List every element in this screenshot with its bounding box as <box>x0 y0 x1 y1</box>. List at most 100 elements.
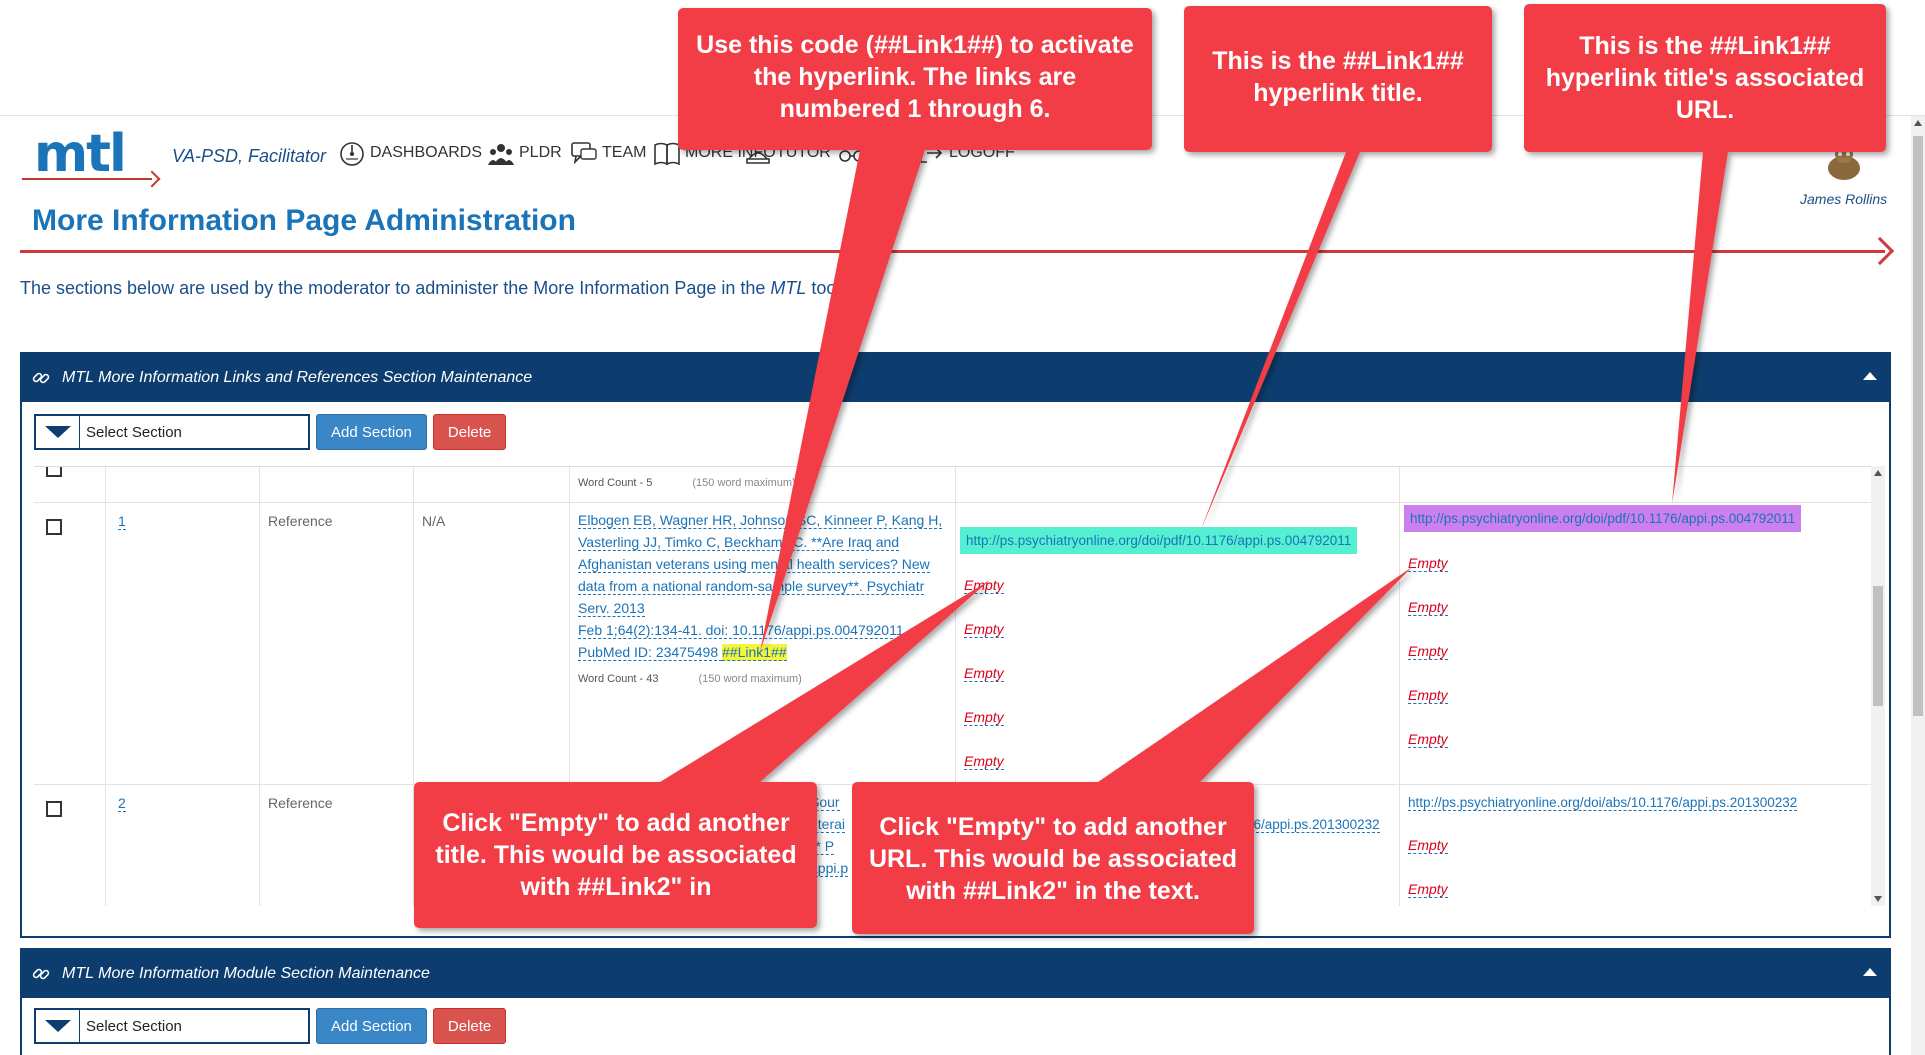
dropdown-toggle[interactable] <box>36 416 80 448</box>
empty-title-link[interactable]: Empty <box>964 621 1004 638</box>
scroll-thumb[interactable] <box>1913 136 1923 716</box>
empty-title-link[interactable]: Empty <box>964 709 1004 726</box>
link-title[interactable]: 76/appi.ps.201300232 <box>1246 817 1380 833</box>
row-number[interactable]: 2 <box>118 795 126 812</box>
reference-line-text: eterai <box>810 816 846 833</box>
dropdown-toggle[interactable] <box>36 1010 80 1042</box>
scroll-up-icon[interactable] <box>1914 120 1922 126</box>
chevron-down-icon <box>44 426 71 438</box>
nav-label: LOGOFF <box>949 144 1015 161</box>
user-name: James Rollins <box>1800 191 1888 207</box>
group-icon <box>488 144 514 165</box>
panel-title: MTL More Information Links and Reference… <box>62 369 533 386</box>
link-title-highlight[interactable]: http://ps.psychiatryonline.org/doi/pdf/1… <box>960 527 1358 554</box>
nav-label: TUTOR <box>776 144 831 161</box>
row-type: Reference <box>268 513 333 529</box>
word-count-max: (150 word maximum) <box>698 673 802 685</box>
reference-cell: Word Count - 5 (150 word maximum) <box>570 467 956 502</box>
callout-title: This is the ##Link1## hyperlink title. <box>1212 47 1464 107</box>
type-cell <box>260 467 414 502</box>
empty-url-link[interactable]: Empty <box>1408 555 1448 572</box>
number-cell: 2 <box>106 785 260 906</box>
reference-line-text: Serv. 2013 <box>578 600 645 617</box>
reference-line: data from a national random-sample surve… <box>578 575 948 597</box>
reference-line-text: data from a national random-sample surve… <box>578 578 925 595</box>
scroll-down-icon[interactable] <box>1874 896 1882 902</box>
empty-url-link[interactable]: Empty <box>1408 881 1448 898</box>
reference-line-text: Elbogen EB, Wagner HR, Johnson SC, Kinne… <box>578 512 943 529</box>
title-cell: http://ps.psychiatryonline.org/doi/pdf/1… <box>956 503 1400 784</box>
panel-header[interactable]: MTL More Information Module Section Main… <box>22 950 1889 998</box>
reference-line-text: ** P <box>810 838 835 855</box>
chevron-down-icon <box>44 1020 71 1032</box>
type-cell: Reference <box>260 503 414 784</box>
table-row: 1 Reference N/A Elbogen EB, Wagner HR, J… <box>34 503 1874 785</box>
add-section-button[interactable]: Add Section <box>316 1008 427 1044</box>
nav-tutor[interactable]: TUTOR <box>744 138 831 168</box>
row-checkbox[interactable] <box>46 467 62 477</box>
intro-text-part: tool. <box>806 278 846 298</box>
section-select[interactable]: Select Section <box>34 414 310 450</box>
section-toolbar: Select Section Add Section Delete <box>34 412 507 452</box>
intro-text: The sections below are used by the moder… <box>20 278 845 299</box>
module-section-panel: MTL More Information Module Section Main… <box>20 948 1891 1055</box>
nav-label: TEAM <box>602 144 647 161</box>
delete-button[interactable]: Delete <box>432 1008 507 1044</box>
empty-url-link[interactable]: Empty <box>1408 643 1448 660</box>
word-count-value: Word Count - 5 <box>578 477 653 489</box>
empty-title-link[interactable]: Empty <box>964 665 1004 682</box>
reference-text[interactable]: Elbogen EB, Wagner HR, Johnson SC, Kinne… <box>578 509 948 663</box>
intro-tool-name: MTL <box>770 278 807 298</box>
collapse-icon[interactable] <box>1863 968 1877 976</box>
empty-title-link[interactable]: Empty <box>964 753 1004 770</box>
nav-logoff[interactable]: LOGOFF <box>917 138 1015 168</box>
empty-url-link[interactable]: Empty <box>1408 731 1448 748</box>
user-profile[interactable]: James Rollins <box>1800 140 1887 207</box>
add-section-button[interactable]: Add Section <box>316 414 427 450</box>
word-count: Word Count - 43 (150 word maximum) <box>578 673 802 685</box>
reference-line: Afghanistan veterans using mental health… <box>578 553 948 575</box>
section-select[interactable]: Select Section <box>34 1008 310 1044</box>
link-code-highlight: ##Link1## <box>722 644 787 661</box>
title-divider <box>20 250 1885 253</box>
empty-url-link[interactable]: Empty <box>1408 599 1448 616</box>
url-cell: http://ps.psychiatryonline.org/doi/pdf/1… <box>1400 503 1862 784</box>
nav-dashboards[interactable]: DASHBOARDS <box>338 138 482 168</box>
panel-header[interactable]: MTL More Information Links and Reference… <box>22 354 1889 402</box>
scroll-up-icon[interactable] <box>1874 470 1882 476</box>
row-checkbox[interactable] <box>46 519 62 535</box>
reference-line-text: appi.p <box>810 860 849 877</box>
table-scrollbar[interactable] <box>1871 466 1885 906</box>
panel-title: MTL More Information Module Section Main… <box>62 965 430 982</box>
na-cell <box>414 467 570 502</box>
title-cell <box>956 467 1400 502</box>
page-scrollbar[interactable] <box>1911 116 1925 1055</box>
dashboard-icon <box>340 142 364 166</box>
row-number[interactable]: 1 <box>118 513 126 530</box>
scroll-thumb[interactable] <box>1873 586 1883 706</box>
avatar <box>1827 144 1860 180</box>
chat-icon <box>571 142 597 165</box>
empty-url-link[interactable]: Empty <box>1408 837 1448 854</box>
nav-team[interactable]: TEAM <box>570 138 646 168</box>
row-checkbox[interactable] <box>46 801 62 817</box>
number-cell: 1 <box>106 503 260 784</box>
nav-glasses[interactable] <box>838 138 866 168</box>
logoff-icon <box>920 143 943 163</box>
callout-empty-url: Click "Empty" to add another URL. This w… <box>868 813 1238 905</box>
empty-title-link[interactable]: Empty <box>964 577 1004 594</box>
link-url-highlight[interactable]: http://ps.psychiatryonline.org/doi/pdf/1… <box>1404 505 1802 532</box>
nav-pldr[interactable]: PLDR <box>487 138 562 168</box>
word-count-max: (150 word maximum) <box>692 477 796 489</box>
section-toolbar: Select Section Add Section Delete <box>34 1006 507 1046</box>
mtl-logo[interactable]: mtl <box>22 128 161 188</box>
glasses-icon <box>839 150 865 162</box>
callout-url: This is the ##Link1## hyperlink title's … <box>1545 32 1865 124</box>
collapse-icon[interactable] <box>1863 372 1877 380</box>
delete-button[interactable]: Delete <box>432 414 507 450</box>
link-icon <box>32 372 50 384</box>
reference-line: Elbogen EB, Wagner HR, Johnson SC, Kinne… <box>578 509 948 531</box>
link-url[interactable]: http://ps.psychiatryonline.org/doi/abs/1… <box>1408 795 1798 811</box>
empty-url-link[interactable]: Empty <box>1408 687 1448 704</box>
url-cell: http://ps.psychiatryonline.org/doi/abs/1… <box>1400 785 1862 906</box>
